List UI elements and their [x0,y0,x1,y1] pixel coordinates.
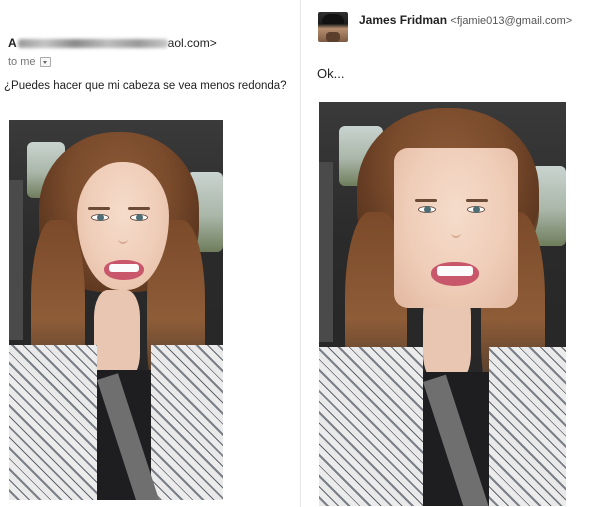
reply-body: Ok... [317,66,345,81]
chevron-down-icon[interactable] [39,57,51,67]
blurred-sender-address [17,38,168,48]
reply-sender: James Fridman <fjamie013@gmail.com> [359,13,572,27]
sender-domain: aol.com> [167,36,217,50]
sender-initial: A [8,36,17,50]
edited-selfie-photo [319,102,566,506]
reply-email: James Fridman <fjamie013@gmail.com> Ok..… [300,0,589,507]
recipient-row[interactable]: to me [8,56,51,68]
reply-sender-name: James Fridman [359,13,448,27]
original-selfie-photo [9,120,223,500]
recipient-label: to me [8,56,36,68]
reply-sender-email: <fjamie013@gmail.com> [450,15,573,27]
avatar [318,12,348,42]
email-body-question: ¿Puedes hacer que mi cabeza se vea menos… [4,80,287,92]
original-request-email: A aol.com> to me ¿Puedes hacer que mi ca… [0,0,300,507]
sender-line: A aol.com> [8,36,217,50]
